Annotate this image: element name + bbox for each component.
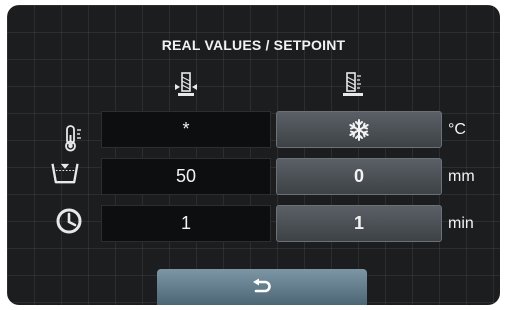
real-water-level-value: 50 — [101, 158, 271, 195]
real-value-thermometer-icon — [175, 72, 197, 96]
time-unit: min — [448, 214, 474, 232]
temperature-setpoint-button[interactable] — [276, 111, 442, 148]
setpoint-thermometer-icon — [343, 72, 363, 96]
clock-icon — [56, 208, 82, 234]
water-level-unit: mm — [448, 167, 475, 185]
page-title: REAL VALUES / SETPOINT — [161, 37, 346, 53]
water-level-setpoint-button[interactable]: 0 — [276, 158, 442, 195]
thermometer-icon — [65, 125, 81, 152]
real-temperature-value: * — [101, 111, 271, 148]
snowflake-icon — [349, 118, 369, 141]
control-panel-screen: REAL VALUES / SETPOINT * °C 50 0 mm 1 1 … — [7, 5, 500, 305]
temperature-unit: °C — [448, 120, 466, 138]
real-time-value: 1 — [101, 205, 271, 242]
water-level-icon — [51, 163, 79, 184]
back-button[interactable] — [157, 269, 367, 305]
time-setpoint-button[interactable]: 1 — [276, 205, 442, 242]
back-arrow-icon — [253, 278, 271, 293]
